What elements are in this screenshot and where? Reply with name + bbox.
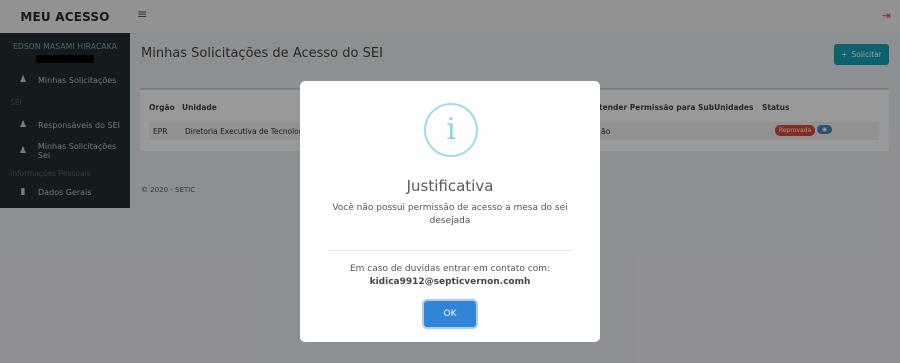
contact-email: kidica9912@septicvernon.comh	[369, 277, 531, 287]
info-icon: i	[424, 103, 478, 157]
modal-message: Você não possui permissão de acesso a me…	[332, 203, 568, 226]
justificativa-modal: i Justificativa Você não possui permissã…	[300, 81, 600, 342]
modal-title: Justificativa	[406, 177, 494, 195]
contact-text: Em caso de duvidas entrar em contato com…	[349, 264, 551, 274]
modal-contact: Em caso de duvidas entrar em contato com…	[310, 263, 590, 289]
ok-button[interactable]: OK	[424, 301, 476, 327]
modal-divider	[328, 250, 572, 251]
